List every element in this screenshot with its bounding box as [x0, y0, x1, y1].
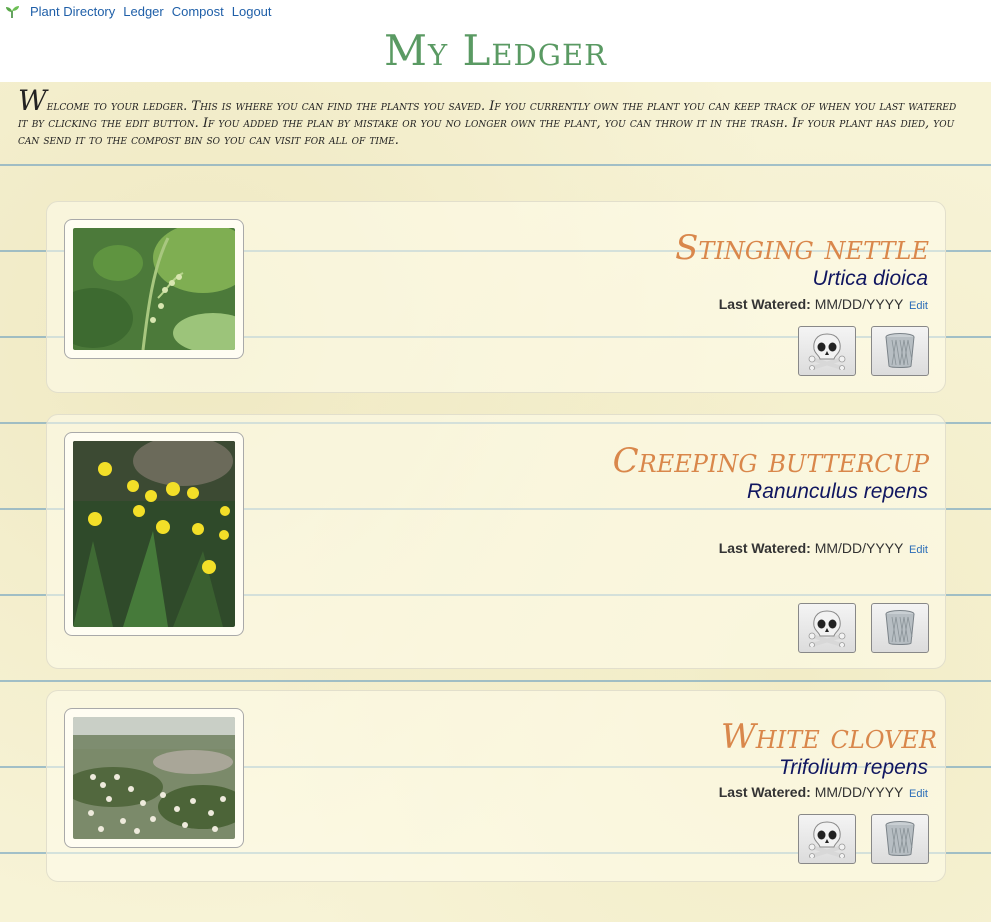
plant-photo	[73, 441, 235, 627]
last-watered: Last Watered: MM/DD/YYYY Edit	[719, 540, 928, 556]
last-watered: Last Watered: MM/DD/YYYY Edit	[719, 296, 928, 312]
trash-button[interactable]	[871, 814, 929, 864]
trash-can-icon	[885, 333, 915, 368]
plant-common-name: Stinging nettle	[675, 228, 929, 268]
plant-card: White clover Trifolium repens Last Water…	[46, 690, 946, 882]
plant-photo	[73, 228, 235, 350]
compost-button[interactable]	[798, 326, 856, 376]
nav-ledger-link[interactable]: Ledger	[123, 4, 163, 19]
nav-logout-link[interactable]: Logout	[232, 4, 272, 19]
skull-and-crossbones-icon	[808, 610, 846, 647]
last-watered-label: Last Watered:	[718, 296, 811, 312]
last-watered-label: Last Watered:	[718, 784, 811, 800]
plant-photo-frame	[64, 219, 244, 359]
edit-watered-link[interactable]: Edit	[909, 544, 928, 556]
skull-and-crossbones-icon	[808, 821, 846, 858]
plant-photo-frame	[64, 708, 244, 848]
last-watered-value: MM/DD/YYYY	[814, 296, 904, 312]
plant-scientific-name: Ranunculus repens	[747, 480, 928, 503]
plant-scientific-name: Urtica dioica	[812, 267, 928, 290]
trash-button[interactable]	[871, 603, 929, 653]
compost-button[interactable]	[798, 603, 856, 653]
edit-watered-link[interactable]: Edit	[909, 788, 928, 800]
intro-text: Welcome to your ledger. This is where yo…	[18, 84, 957, 148]
plant-common-name: White clover	[720, 717, 937, 757]
edit-watered-link[interactable]: Edit	[909, 300, 928, 312]
skull-and-crossbones-icon	[808, 333, 846, 370]
sprout-icon	[6, 6, 19, 18]
last-watered-value: MM/DD/YYYY	[814, 540, 904, 556]
trash-can-icon	[885, 610, 915, 645]
nav-compost-link[interactable]: Compost	[172, 4, 224, 19]
plant-scientific-name: Trifolium repens	[779, 756, 928, 779]
last-watered-label: Last Watered:	[718, 540, 811, 556]
plant-photo-frame	[64, 432, 244, 636]
nav-plant-directory-link[interactable]: Plant Directory	[30, 4, 115, 19]
plant-photo	[73, 717, 235, 839]
plant-card: Creeping buttercup Ranunculus repens Las…	[46, 414, 946, 669]
plant-common-name: Creeping buttercup	[612, 441, 929, 481]
trash-button[interactable]	[871, 326, 929, 376]
plant-card: Stinging nettle Urtica dioica Last Water…	[46, 201, 946, 393]
trash-can-icon	[885, 821, 915, 856]
last-watered: Last Watered: MM/DD/YYYY Edit	[719, 784, 928, 800]
page-title: My Ledger	[384, 26, 607, 75]
top-nav: Plant Directory Ledger Compost Logout	[0, 0, 991, 22]
compost-button[interactable]	[798, 814, 856, 864]
last-watered-value: MM/DD/YYYY	[814, 784, 904, 800]
